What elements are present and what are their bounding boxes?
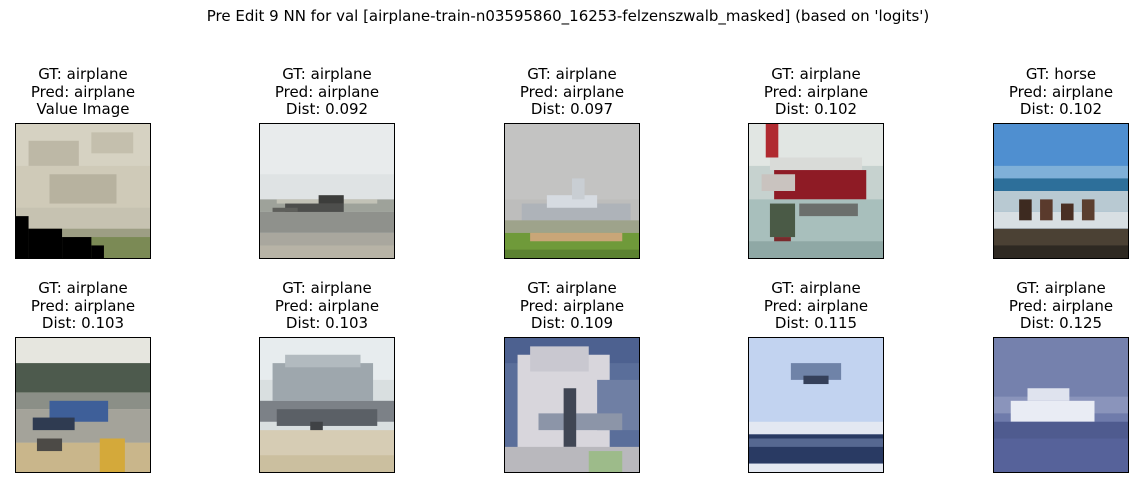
gt-label: GT: airplane [527, 65, 617, 83]
dist-label: Dist: 0.097 [530, 100, 614, 118]
thumbnail-image [748, 337, 884, 473]
panel-caption: GT: airplane Pred: airplane Dist: 0.109 [464, 279, 680, 333]
thumbnail-image [993, 337, 1129, 473]
panel-caption: GT: airplane Pred: airplane Dist: 0.103 [0, 279, 191, 333]
thumbnail-image [15, 337, 151, 473]
panel-caption: GT: airplane Pred: airplane Value Image [0, 65, 191, 119]
dist-label: Dist: 0.102 [1019, 100, 1103, 118]
pred-label: Pred: airplane [519, 82, 625, 101]
figure-title: Pre Edit 9 NN for val [airplane-train-n0… [206, 7, 930, 25]
gt-label: GT: airplane [38, 279, 128, 297]
pred-label: Pred: airplane [763, 82, 869, 101]
dist-label: Dist: 0.103 [41, 314, 125, 332]
dist-label: Dist: 0.115 [774, 314, 858, 332]
gt-label: GT: airplane [38, 65, 128, 83]
dist-label: Dist: 0.109 [530, 314, 614, 332]
gt-label: GT: airplane [282, 65, 372, 83]
pred-label: Pred: airplane [763, 296, 869, 315]
gt-label: GT: airplane [527, 279, 617, 297]
pred-label: Pred: airplane [1008, 296, 1114, 315]
gt-label: GT: horse [1025, 65, 1097, 83]
pred-label: Pred: airplane [274, 296, 380, 315]
dist-label: Dist: 0.103 [285, 314, 369, 332]
panel-caption: GT: airplane Pred: airplane Dist: 0.125 [953, 279, 1136, 333]
gt-label: GT: airplane [1016, 279, 1106, 297]
thumbnail-image [15, 123, 151, 259]
gt-label: GT: airplane [771, 65, 861, 83]
panel-caption: GT: horse Pred: airplane Dist: 0.102 [953, 65, 1136, 119]
thumbnail-image [748, 123, 884, 259]
pred-label: Pred: airplane [519, 296, 625, 315]
gt-label: GT: airplane [282, 279, 372, 297]
thumbnail-image [504, 337, 640, 473]
panel-caption: GT: airplane Pred: airplane Dist: 0.103 [219, 279, 435, 333]
thumbnail-image [259, 123, 395, 259]
pred-label: Pred: airplane [1008, 82, 1114, 101]
thumbnail-image [259, 337, 395, 473]
panel-caption: GT: airplane Pred: airplane Dist: 0.097 [464, 65, 680, 119]
pred-label: Pred: airplane [30, 82, 136, 101]
gt-label: GT: airplane [771, 279, 861, 297]
pred-label: Pred: airplane [274, 82, 380, 101]
thumbnail-image [993, 123, 1129, 259]
thumbnail-image [504, 123, 640, 259]
dist-label: Dist: 0.102 [774, 100, 858, 118]
panel-caption: GT: airplane Pred: airplane Dist: 0.115 [708, 279, 924, 333]
panel-caption: GT: airplane Pred: airplane Dist: 0.102 [708, 65, 924, 119]
pred-label: Pred: airplane [30, 296, 136, 315]
value-image-label: Value Image [36, 100, 130, 118]
dist-label: Dist: 0.092 [285, 100, 369, 118]
panel-caption: GT: airplane Pred: airplane Dist: 0.092 [219, 65, 435, 119]
dist-label: Dist: 0.125 [1019, 314, 1103, 332]
